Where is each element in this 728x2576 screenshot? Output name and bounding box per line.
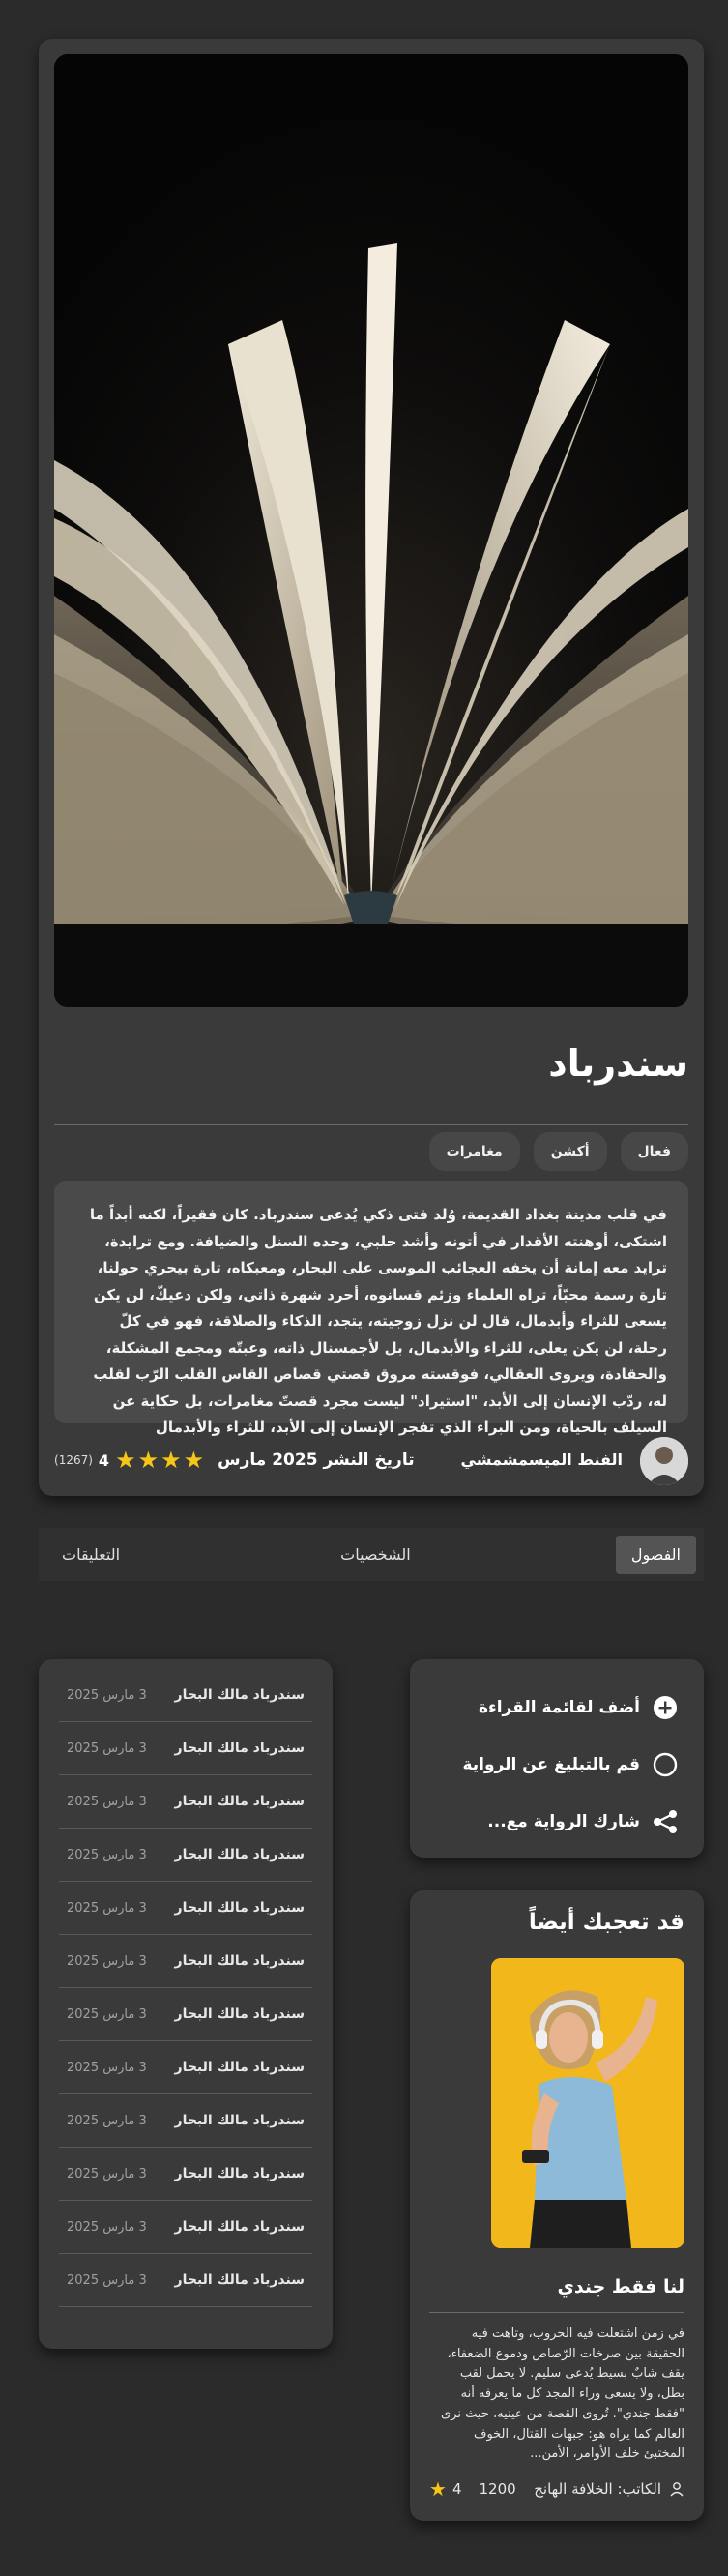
recommendation-card: قد تعجبك أيضاً لنا فقط جندي في زمن اشتعل… — [410, 1890, 704, 2521]
share-novel-button[interactable]: شارك الرواية مع... — [435, 1793, 679, 1850]
report-novel-button[interactable]: قم بالتبليغ عن الرواية — [435, 1736, 679, 1793]
chapters-card: سندرباد مالك البحار 3 مارس 2025 سندرباد ما… — [39, 1659, 333, 2349]
chapter-title: سندرباد مالك البحار — [174, 2113, 305, 2128]
chapter-title: سندرباد مالك البحار — [174, 2272, 305, 2288]
avatar-person-icon — [640, 1437, 688, 1485]
chapter-title: سندرباد مالك البحار — [174, 1953, 305, 1969]
tab-bar: الفصول الشخصيات التعليقات — [39, 1528, 704, 1581]
plus-circle-icon — [652, 1694, 679, 1721]
add-to-reading-list-label: أضف لقائمة القراءة — [478, 1697, 640, 1717]
report-novel-label: قم بالتبليغ عن الرواية — [462, 1754, 640, 1774]
chapter-title: سندرباد مالك البحار — [174, 1847, 305, 1862]
add-to-reading-list-button[interactable]: أضف لقائمة القراءة — [435, 1679, 679, 1736]
recommendation-author: الكاتب: الخلافة الهانج — [534, 2480, 684, 2498]
tab-comments[interactable]: التعليقات — [46, 1536, 135, 1574]
novel-summary-box: في قلب مدينة بغداد القديمة، وُلد فتى ذكي… — [54, 1181, 688, 1436]
rating-count: (1267) — [54, 1453, 93, 1467]
chapter-date: 3 مارس 2025 — [67, 1900, 147, 1916]
rating-block: تاريخ النشر 2025 مارس ★ ★ ★ ★ 4 (1267) — [54, 1449, 415, 1472]
recommendation-rating: 4 ★ — [429, 2479, 461, 2499]
tag-status[interactable]: فعال — [620, 1132, 688, 1171]
chapter-date: 3 مارس 2025 — [67, 2006, 147, 2022]
recommendation-cover-image[interactable] — [491, 1958, 684, 2248]
genre-tags: فعال أكشن مغامرات — [428, 1132, 688, 1171]
recommendation-heading: قد تعجبك أيضاً — [528, 1910, 684, 1935]
star-icon: ★ — [115, 1447, 136, 1474]
user-icon — [669, 2481, 684, 2497]
chapter-row[interactable]: سندرباد مالك البحار 3 مارس 2025 — [59, 1988, 312, 2041]
chapter-row[interactable]: سندرباد مالك البحار 3 مارس 2025 — [59, 1722, 312, 1775]
recommendation-author-name: الكاتب: الخلافة الهانج — [534, 2480, 661, 2498]
chapter-date: 3 مارس 2025 — [67, 2219, 147, 2235]
tag-action[interactable]: أكشن — [533, 1132, 607, 1171]
tab-chapters[interactable]: الفصول — [615, 1535, 696, 1574]
share-icon — [652, 1808, 679, 1835]
recommendation-stats: 1200 4 ★ — [429, 2479, 516, 2499]
woman-with-headphones-illustration — [491, 1958, 684, 2248]
chapter-row[interactable]: سندرباد مالك البحار 3 مارس 2025 — [59, 1882, 312, 1935]
novel-meta-row: الفنط الميسمشمشي تاريخ النشر 2025 مارس ★… — [54, 1437, 688, 1485]
chapter-title: سندرباد مالك البحار — [174, 2219, 305, 2235]
recommendation-views: 1200 — [479, 2480, 516, 2498]
open-book-illustration — [54, 54, 688, 1007]
recommendation-meta: الكاتب: الخلافة الهانج 1200 4 ★ — [429, 2477, 684, 2501]
novel-title: سندرباد — [548, 1042, 688, 1085]
chapter-row[interactable]: سندرباد مالك البحار 3 مارس 2025 — [59, 1669, 312, 1722]
title-divider — [54, 1124, 688, 1125]
chapter-row[interactable]: سندرباد مالك البحار 3 مارس 2025 — [59, 1829, 312, 1882]
actions-card: أضف لقائمة القراءة قم بالتبليغ عن الرواي… — [410, 1659, 704, 1858]
share-novel-label: شارك الرواية مع... — [487, 1811, 640, 1831]
chapter-row[interactable]: سندرباد مالك البحار 3 مارس 2025 — [59, 2148, 312, 2201]
chapter-title: سندرباد مالك البحار — [174, 1900, 305, 1916]
chapter-list: سندرباد مالك البحار 3 مارس 2025 سندرباد ما… — [59, 1669, 312, 2307]
novel-card: سندرباد فعال أكشن مغامرات في قلب مدينة ب… — [39, 39, 704, 1496]
chapter-date: 3 مارس 2025 — [67, 1847, 147, 1862]
tag-adventure[interactable]: مغامرات — [428, 1132, 520, 1171]
chapter-date: 3 مارس 2025 — [67, 1953, 147, 1969]
novel-summary: في قلب مدينة بغداد القديمة، وُلد فتى ذكي… — [89, 1206, 667, 1436]
chapter-date: 3 مارس 2025 — [67, 1794, 147, 1809]
chapter-date: 3 مارس 2025 — [67, 1741, 147, 1756]
chapter-row[interactable]: سندرباد مالك البحار 3 مارس 2025 — [59, 2201, 312, 2254]
chapter-title: سندرباد مالك البحار — [174, 1687, 305, 1703]
action-list: أضف لقائمة القراءة قم بالتبليغ عن الرواي… — [435, 1679, 679, 1850]
chapter-row[interactable]: سندرباد مالك البحار 3 مارس 2025 — [59, 2254, 312, 2307]
author-avatar[interactable] — [640, 1437, 688, 1485]
rating-value: 4 — [98, 1450, 110, 1470]
recommendation-rating-value: 4 — [451, 2480, 462, 2498]
chapter-date: 3 مارس 2025 — [67, 2272, 147, 2288]
star-icon: ★ — [429, 2477, 447, 2501]
tab-characters[interactable]: الشخصيات — [325, 1536, 426, 1574]
chapter-title: سندرباد مالك البحار — [174, 1794, 305, 1809]
chapter-row[interactable]: سندرباد مالك البحار 3 مارس 2025 — [59, 1775, 312, 1829]
star-icon: ★ — [137, 1447, 160, 1474]
chapter-date: 3 مارس 2025 — [67, 2113, 147, 2128]
recommendation-divider — [429, 2312, 684, 2313]
chapter-title: سندرباد مالك البحار — [174, 1741, 305, 1756]
recommendation-title[interactable]: لنا فقط جندي — [557, 2276, 684, 2298]
chapter-date: 3 مارس 2025 — [67, 1687, 147, 1703]
chapter-date: 3 مارس 2025 — [67, 2166, 147, 2181]
star-icon: ★ — [183, 1447, 205, 1474]
rating-stars: ★ ★ ★ ★ — [115, 1449, 204, 1472]
chapter-row[interactable]: سندرباد مالك البحار 3 مارس 2025 — [59, 1935, 312, 1988]
chapter-row[interactable]: سندرباد مالك البحار 3 مارس 2025 — [59, 2041, 312, 2094]
chapter-title: سندرباد مالك البحار — [174, 2060, 305, 2075]
novel-cover-image — [54, 54, 688, 1007]
circle-icon — [652, 1751, 679, 1778]
author-name[interactable]: الفنط الميسمشمشي — [461, 1450, 623, 1469]
chapter-row[interactable]: سندرباد مالك البحار 3 مارس 2025 — [59, 2094, 312, 2148]
chapter-title: سندرباد مالك البحار — [174, 2166, 305, 2181]
chapter-title: سندرباد مالك البحار — [174, 2006, 305, 2022]
chapter-date: 3 مارس 2025 — [67, 2060, 147, 2075]
star-icon: ★ — [160, 1447, 182, 1474]
recommendation-summary: في زمن اشتعلت فيه الحروب، وتاهت فيه الحق… — [441, 2327, 684, 2462]
publish-date: تاريخ النشر 2025 مارس — [218, 1450, 415, 1470]
